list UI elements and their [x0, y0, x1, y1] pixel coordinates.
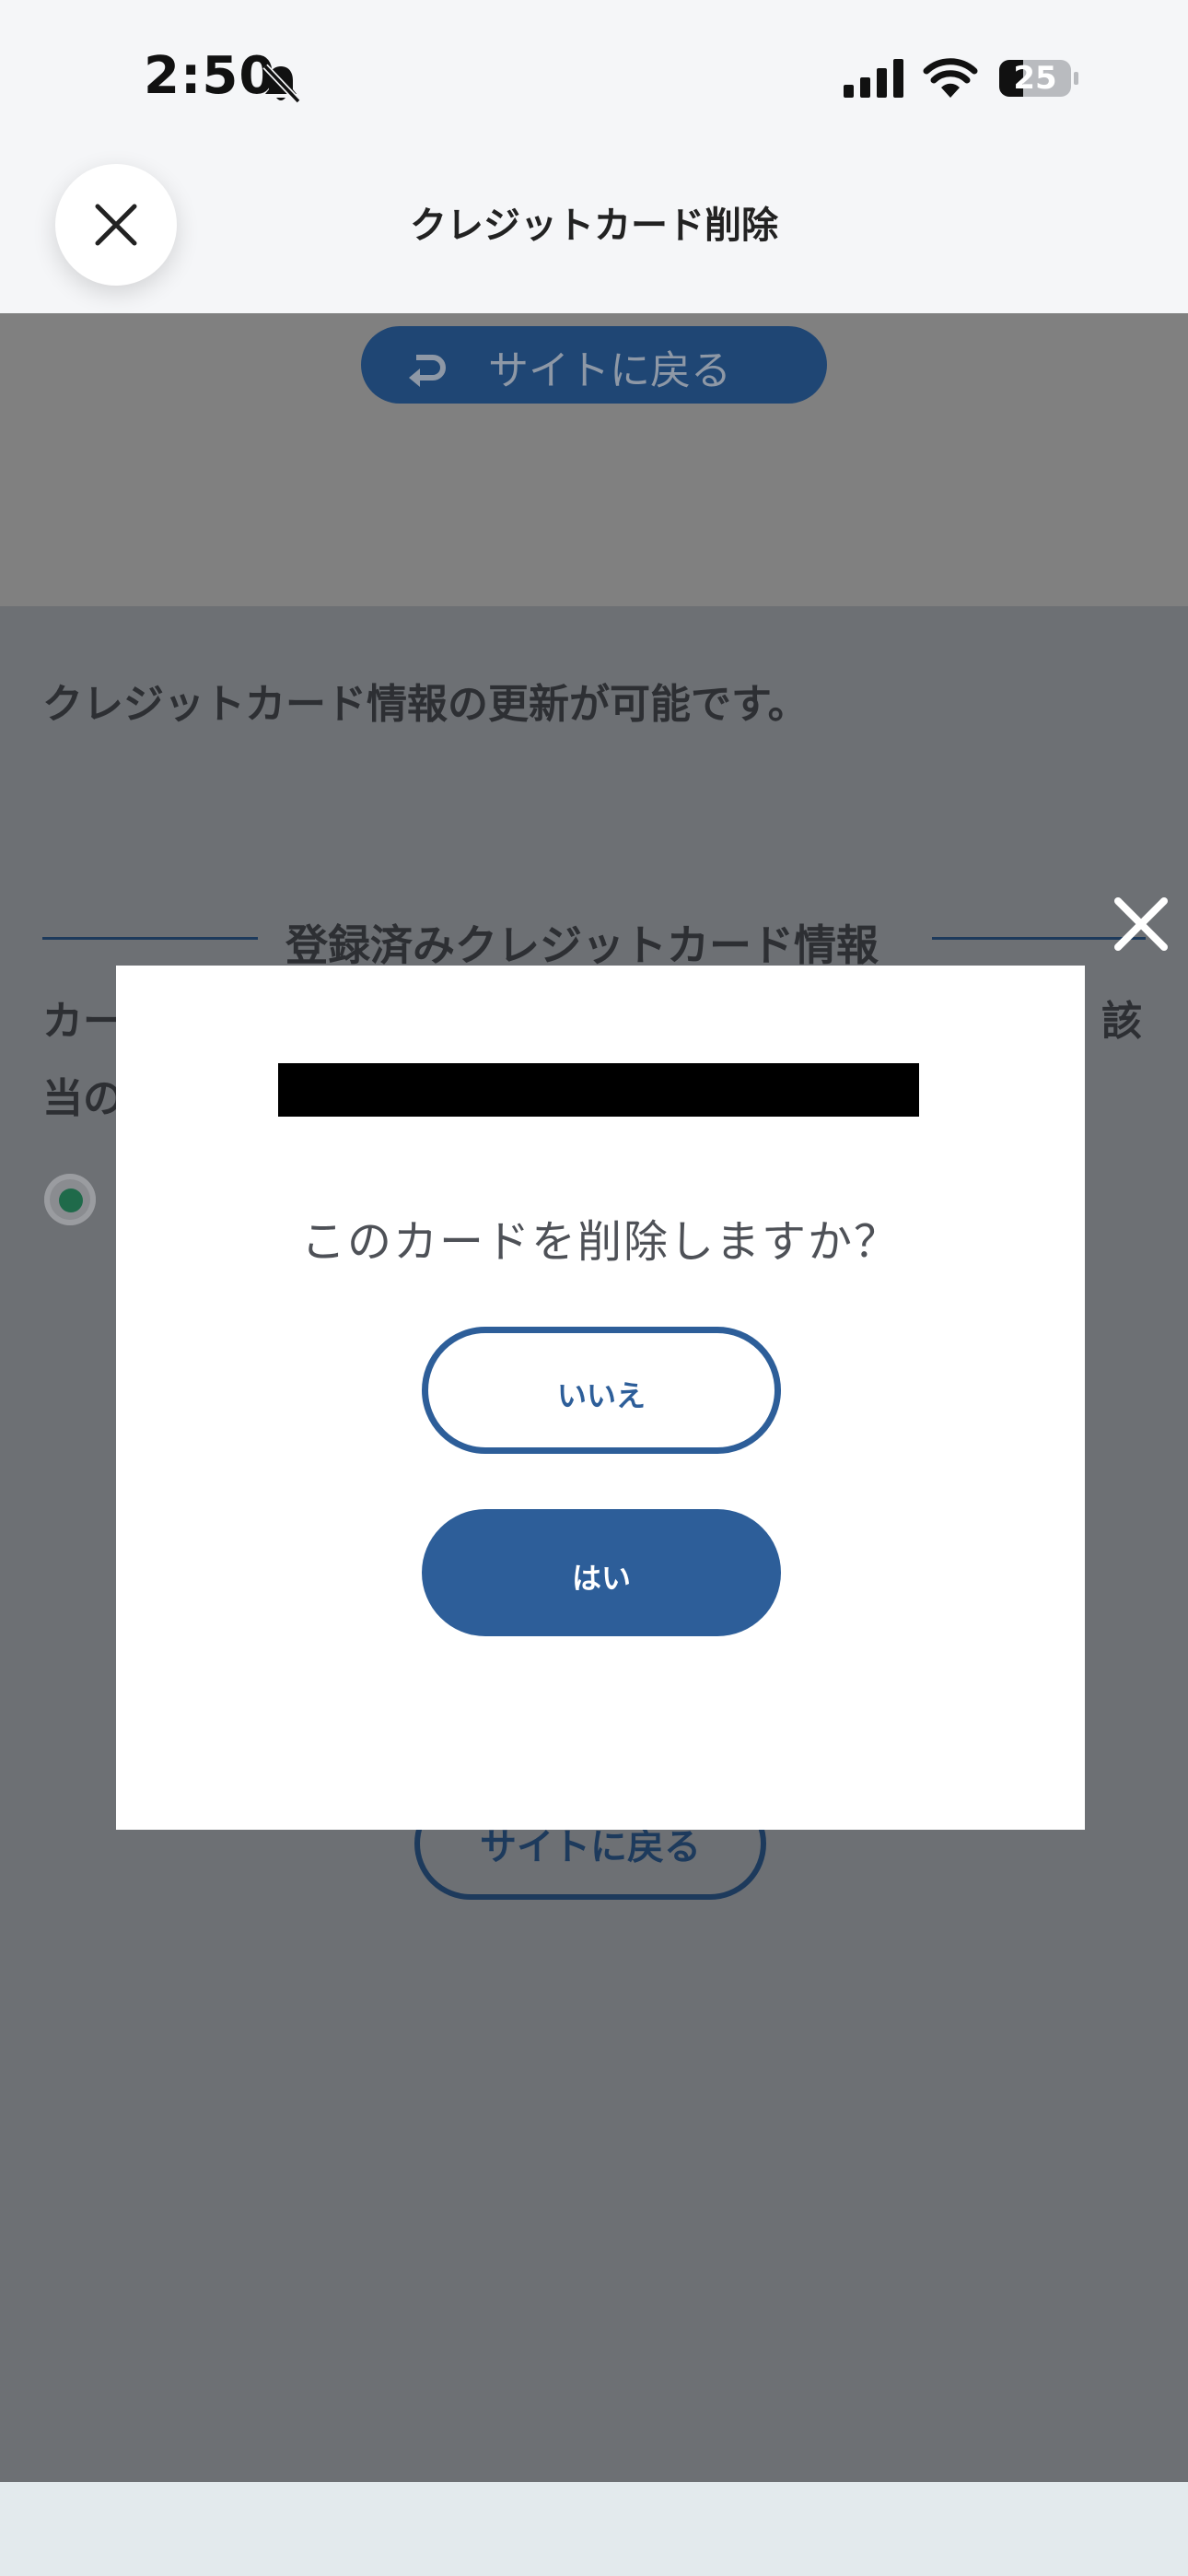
modal-close-icon[interactable]	[1109, 892, 1173, 956]
cellular-signal-icon	[844, 59, 903, 98]
section-divider-left	[42, 937, 258, 940]
info-text: クレジットカード情報の更新が可能です。	[42, 681, 809, 728]
back-to-site-label-top: サイトに戻る	[488, 347, 731, 394]
dialog-question: このカードを削除しますか？	[300, 1216, 900, 1268]
return-arrow-icon	[409, 355, 446, 387]
description-fragment: 当の	[42, 1075, 123, 1122]
yes-button-label: はい	[571, 1561, 631, 1596]
bell-off-icon	[262, 64, 301, 104]
section-title: 登録済みクレジットカード情報	[285, 920, 879, 970]
bottom-bar	[0, 2482, 1188, 2576]
description-fragment: カー	[42, 998, 123, 1045]
no-button-label: いいえ	[556, 1378, 646, 1413]
wifi-icon	[923, 58, 978, 98]
battery-indicator: 25	[997, 57, 1080, 100]
description-fragment: 該	[1101, 998, 1142, 1045]
radio-selected-dot	[59, 1188, 83, 1212]
status-time: 2:50	[144, 46, 276, 106]
battery-level: 25	[1013, 60, 1057, 97]
page-title: クレジットカード削除	[410, 205, 778, 247]
redacted-card-info	[278, 1063, 919, 1117]
